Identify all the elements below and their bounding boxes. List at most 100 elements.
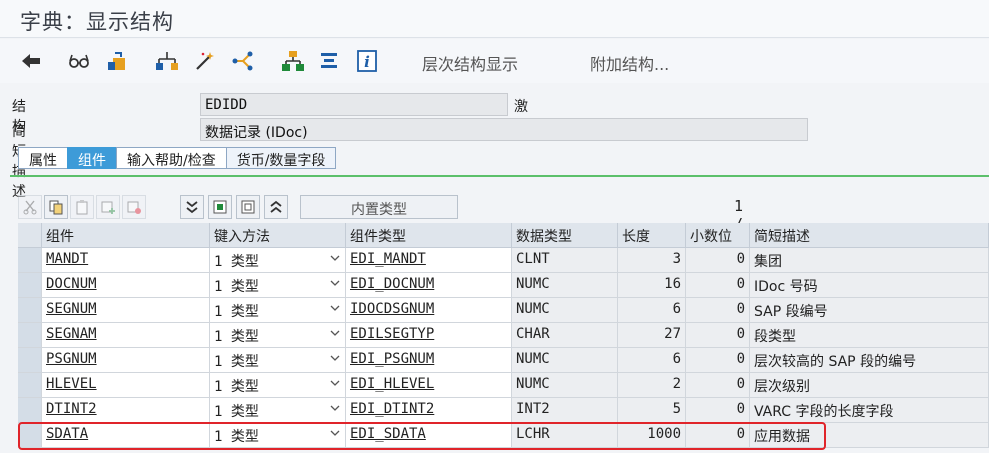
typing-select[interactable]: 1 类型 — [210, 273, 346, 298]
row-selector[interactable] — [18, 373, 42, 398]
col-header-length[interactable]: 长度 — [618, 223, 686, 248]
chevron-down-icon[interactable] — [330, 303, 340, 313]
structure-field[interactable]: EDIDD — [200, 93, 508, 116]
chevron-down-icon[interactable] — [330, 278, 340, 288]
component-cell[interactable]: DOCNUM — [42, 273, 210, 298]
typing-select[interactable]: 1 类型 — [210, 423, 346, 448]
row-selector[interactable] — [18, 298, 42, 323]
typing-select-text: 1 类型 — [214, 404, 259, 420]
copy-icon[interactable] — [44, 195, 68, 219]
typing-select[interactable]: 1 类型 — [210, 373, 346, 398]
data-type-cell-text: NUMC — [516, 376, 550, 392]
object-tree-icon[interactable] — [154, 48, 180, 74]
typing-select[interactable]: 1 类型 — [210, 248, 346, 273]
component-type-cell[interactable]: IDOCDSGNUM — [346, 298, 512, 323]
info-icon[interactable]: i — [354, 48, 380, 74]
row-selector[interactable] — [18, 423, 42, 448]
builtin-type-button[interactable]: 内置类型 — [300, 195, 458, 219]
transport-icon[interactable] — [104, 48, 130, 74]
col-header-decimals[interactable]: 小数位 — [686, 223, 750, 248]
short-desc-field[interactable]: 数据记录 (IDoc) — [200, 118, 808, 141]
component-cell[interactable]: SEGNUM — [42, 298, 210, 323]
typing-select[interactable]: 1 类型 — [210, 323, 346, 348]
chevron-down-icon[interactable] — [330, 353, 340, 363]
col-header-typing[interactable]: 键入方法 — [210, 223, 346, 248]
short-desc-cell: SAP 段编号 — [750, 298, 989, 323]
tab-components[interactable]: 组件 — [67, 147, 116, 169]
col-header-component[interactable]: 组件 — [42, 223, 210, 248]
component-type-cell-text: EDI_HLEVEL — [350, 376, 435, 392]
where-used-icon[interactable] — [230, 48, 256, 74]
data-type-cell-text: NUMC — [516, 301, 550, 317]
cut-icon[interactable] — [18, 195, 42, 219]
typing-select-text: 1 类型 — [214, 379, 259, 395]
component-type-cell[interactable]: EDI_HLEVEL — [346, 373, 512, 398]
component-cell[interactable]: HLEVEL — [42, 373, 210, 398]
component-type-cell[interactable]: EDI_SDATA — [346, 423, 512, 448]
short-desc-cell-text: SAP 段编号 — [754, 304, 828, 320]
append-structure-button[interactable]: 附加结构... — [590, 51, 669, 75]
component-type-cell[interactable]: EDI_MANDT — [346, 248, 512, 273]
short-desc-cell: 层次较高的 SAP 段的编号 — [750, 348, 989, 373]
select-block-icon[interactable] — [208, 195, 232, 219]
row-selector[interactable] — [18, 323, 42, 348]
tab-attributes[interactable]: 属性 — [18, 147, 67, 169]
chevron-down-icon[interactable] — [330, 253, 340, 263]
data-type-cell: NUMC — [512, 348, 618, 373]
length-cell-text: 1000 — [647, 426, 681, 442]
deselect-icon[interactable] — [236, 195, 260, 219]
component-type-cell[interactable]: EDILSEGTYP — [346, 323, 512, 348]
component-cell-text: PSGNUM — [46, 351, 97, 367]
table-row: SDATA 1 类型 EDI_SDATA LCHR 1000 0 应用数据 — [18, 423, 989, 448]
back-arrow-icon[interactable] — [18, 48, 44, 74]
length-cell-text: 27 — [664, 326, 681, 342]
tab-currency-quantity[interactable]: 货币/数量字段 — [225, 147, 337, 169]
component-type-cell[interactable]: EDI_PSGNUM — [346, 348, 512, 373]
length-cell: 3 — [618, 248, 686, 273]
short-desc-cell-text: 层次较高的 SAP 段的编号 — [754, 354, 917, 370]
row-selector[interactable] — [18, 248, 42, 273]
component-type-cell-text: IDOCDSGNUM — [350, 301, 435, 317]
data-type-cell-text: INT2 — [516, 401, 550, 417]
col-header-comp-type[interactable]: 组件类型 — [346, 223, 512, 248]
typing-select[interactable]: 1 类型 — [210, 298, 346, 323]
magic-wand-icon[interactable] — [192, 48, 218, 74]
length-cell: 27 — [618, 323, 686, 348]
delete-row-icon[interactable] — [122, 195, 146, 219]
align-icon[interactable] — [316, 48, 342, 74]
col-header-data-type[interactable]: 数据类型 — [512, 223, 618, 248]
hierarchy-display-button[interactable]: 层次结构显示 — [422, 51, 518, 75]
row-selector[interactable] — [18, 348, 42, 373]
typing-select[interactable]: 1 类型 — [210, 348, 346, 373]
component-cell[interactable]: PSGNUM — [42, 348, 210, 373]
chevron-down-icon[interactable] — [330, 328, 340, 338]
component-cell[interactable]: SDATA — [42, 423, 210, 448]
component-type-cell[interactable]: EDI_DOCNUM — [346, 273, 512, 298]
chevron-down-icon[interactable] — [330, 403, 340, 413]
component-cell[interactable]: MANDT — [42, 248, 210, 273]
glasses-icon[interactable] — [66, 48, 92, 74]
decimals-cell: 0 — [686, 348, 750, 373]
chevron-down-icon[interactable] — [330, 428, 340, 438]
length-cell-text: 6 — [672, 301, 681, 317]
component-cell[interactable]: SEGNAM — [42, 323, 210, 348]
paste-icon[interactable] — [70, 195, 94, 219]
expand-down-icon[interactable] — [180, 195, 204, 219]
table-row: SEGNAM 1 类型 EDILSEGTYP CHAR 27 0 段类型 — [18, 323, 989, 348]
component-cell[interactable]: DTINT2 — [42, 398, 210, 423]
component-type-cell-text: EDI_MANDT — [350, 251, 426, 267]
typing-select-text: 1 类型 — [214, 279, 259, 295]
row-selector[interactable] — [18, 273, 42, 298]
short-desc-cell: IDoc 号码 — [750, 273, 989, 298]
col-header-short-desc[interactable]: 简短描述 — [750, 223, 989, 248]
collapse-up-icon[interactable] — [264, 195, 288, 219]
component-type-cell[interactable]: EDI_DTINT2 — [346, 398, 512, 423]
tab-input-help[interactable]: 输入帮助/检查 — [116, 147, 226, 169]
typing-select[interactable]: 1 类型 — [210, 398, 346, 423]
row-selector-header[interactable] — [18, 223, 42, 248]
chevron-down-icon[interactable] — [330, 378, 340, 388]
hierarchy-icon[interactable] — [280, 48, 306, 74]
insert-row-icon[interactable] — [96, 195, 120, 219]
data-type-cell: CLNT — [512, 248, 618, 273]
row-selector[interactable] — [18, 398, 42, 423]
